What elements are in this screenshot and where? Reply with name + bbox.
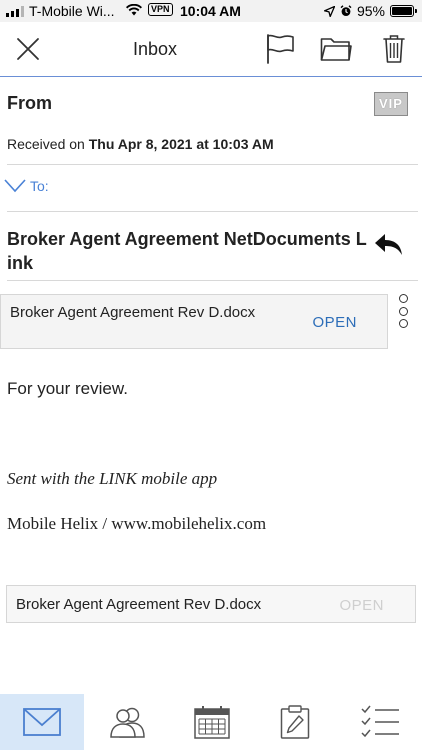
more-options-icon[interactable] — [396, 294, 410, 328]
vpn-badge: VPN — [148, 3, 173, 16]
divider — [7, 280, 418, 281]
status-right: 95% — [323, 3, 417, 19]
received-date: Received on Thu Apr 8, 2021 at 10:03 AM — [7, 136, 274, 152]
toolbar: Inbox — [0, 22, 422, 77]
vip-badge[interactable]: VIP — [374, 92, 408, 116]
mail-tab[interactable] — [0, 694, 84, 750]
from-label: From — [7, 93, 52, 113]
signature-app-line: Sent with the LINK mobile app — [7, 469, 218, 488]
flag-icon[interactable] — [263, 32, 297, 66]
inline-attachment-card[interactable]: Broker Agent Agreement Rev D.docx OPEN — [6, 585, 416, 623]
clipboard-icon — [280, 705, 310, 739]
attachment-name: Broker Agent Agreement Rev D.docx — [10, 304, 256, 321]
reply-icon[interactable] — [374, 232, 404, 258]
calendar-icon — [194, 706, 230, 739]
wifi-vpn-group: VPN — [126, 3, 173, 16]
tasks-tab[interactable] — [253, 694, 337, 750]
status-time: 10:04 AM — [180, 3, 241, 19]
checklist-icon — [361, 705, 399, 738]
divider — [7, 211, 418, 212]
inline-attachment-open-button[interactable]: OPEN — [339, 597, 384, 614]
mail-icon — [23, 708, 61, 736]
checklist-tab[interactable] — [338, 694, 422, 750]
signature-company-line: Mobile Helix / www.mobilehelix.com — [7, 514, 267, 533]
battery-icon — [390, 5, 417, 17]
inline-attachment-name: Broker Agent Agreement Rev D.docx — [16, 596, 262, 613]
received-datetime: Thu Apr 8, 2021 at 10:03 AM — [88, 136, 274, 152]
chevron-down-icon — [4, 179, 26, 193]
battery-percent: 95% — [356, 3, 385, 19]
contacts-icon — [110, 707, 145, 738]
to-recipients-toggle[interactable]: To: — [4, 178, 49, 194]
carrier-label: T-Mobile Wi... — [29, 3, 115, 19]
signal-icon — [6, 5, 24, 17]
trash-icon[interactable] — [377, 32, 411, 66]
status-left: T-Mobile Wi... — [6, 3, 115, 19]
attachment-open-button[interactable]: OPEN — [312, 314, 357, 331]
to-label: To: — [30, 178, 49, 194]
folder-icon[interactable] — [319, 32, 353, 66]
location-icon — [323, 5, 335, 17]
attachment-card[interactable]: Broker Agent Agreement Rev D.docx OPEN — [0, 294, 388, 349]
contacts-tab[interactable] — [86, 694, 170, 750]
bottom-tab-bar — [0, 694, 422, 750]
calendar-tab[interactable] — [170, 694, 254, 750]
divider — [7, 164, 418, 165]
message-body: For your review. — [7, 379, 128, 398]
status-bar: T-Mobile Wi... VPN 10:04 AM 95% — [0, 0, 422, 22]
received-prefix: Received on — [7, 136, 85, 152]
subject-line: Broker Agent Agreement NetDocuments Link — [7, 229, 367, 273]
wifi-icon — [126, 3, 142, 15]
alarm-icon — [340, 5, 352, 16]
